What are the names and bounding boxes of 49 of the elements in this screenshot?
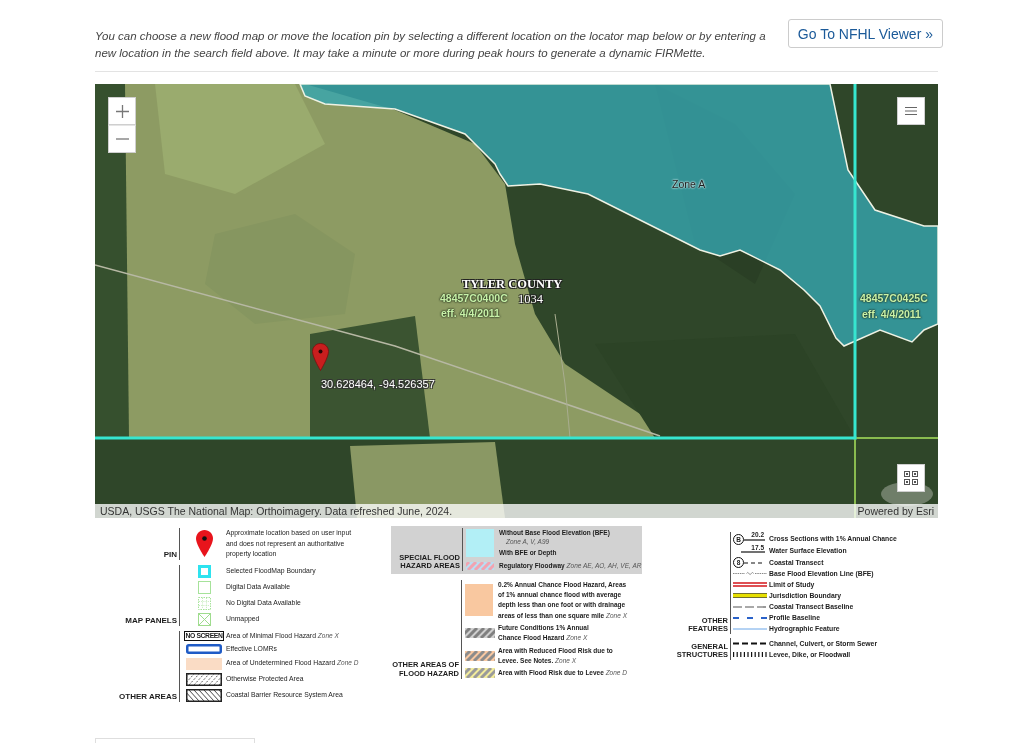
- minus-icon: [115, 138, 129, 140]
- zone-label: Zone A: [672, 179, 706, 190]
- square-outline-icon: [197, 564, 211, 578]
- striped-swatch-icon: [465, 650, 495, 661]
- dashed-line-icon: [744, 562, 765, 564]
- attribution-text: USDA, USGS The National Map: Orthoimagery. Data refreshed June, 2024.: [100, 505, 453, 517]
- fill-swatch-icon: [465, 584, 493, 617]
- fill-swatch-icon: [466, 529, 494, 558]
- menu-button[interactable]: [897, 97, 925, 125]
- striped-swatch-icon: [465, 628, 495, 639]
- county-label: TYLER COUNTY: [462, 278, 563, 291]
- community-number-label: 1034: [518, 293, 543, 306]
- panel-number-label: 48457C0400C: [440, 293, 508, 304]
- nfhl-viewer-button[interactable]: Go To NFHL Viewer »: [787, 19, 943, 48]
- fill-swatch-icon: [186, 657, 222, 670]
- striped-swatch-icon: [466, 561, 494, 570]
- grid-icon: [904, 471, 918, 485]
- crossed-square-icon: [197, 612, 211, 626]
- dotted-line-icon: [733, 652, 767, 657]
- dashed-line-icon: [733, 616, 767, 619]
- outlined-bar-icon: [186, 644, 222, 655]
- line-symbol-icon: [733, 627, 767, 630]
- panel-number-label: 48457C0425C: [860, 293, 928, 304]
- hatched-swatch-icon: [186, 672, 222, 686]
- dotted-square-icon: [197, 596, 211, 610]
- menu-icon: [905, 107, 917, 115]
- effective-date-label: eff. 4/4/2011: [862, 309, 921, 320]
- line-symbol-icon: [741, 551, 765, 553]
- location-pin-icon: [312, 343, 329, 371]
- legend-category-label: OTHER AREAS: [118, 692, 178, 702]
- powered-by-link[interactable]: Powered by Esri: [857, 505, 934, 517]
- effective-date-label: eff. 4/4/2011: [441, 308, 500, 319]
- map-pin-icon: [195, 530, 213, 558]
- dashed-line-icon: [733, 642, 767, 645]
- wavy-line-icon: [733, 571, 767, 576]
- striped-swatch-icon: [465, 668, 495, 679]
- double-line-icon: [733, 582, 767, 587]
- dashed-line-icon: [733, 605, 767, 608]
- zoom-in-button[interactable]: [108, 97, 136, 125]
- hatched-swatch-icon: [186, 688, 222, 702]
- square-outline-icon: [197, 580, 211, 594]
- instructions-text: You can choose a new flood map or move the location pin by selecting a different location on the locator map below or by entering a new location in the search field above. It may take a minute or more during peak hours to generate a dynamic FIRMette.: [95, 29, 767, 61]
- plus-icon: [115, 104, 129, 118]
- coordinates-label: 30.628464, -94.526357: [321, 379, 435, 390]
- legend-category-label: PIN: [162, 550, 178, 560]
- band-line-icon: [733, 593, 767, 598]
- grid-button[interactable]: [897, 464, 925, 492]
- legend-category-label: MAP PANELS: [124, 616, 178, 626]
- line-symbol-icon: [744, 538, 765, 541]
